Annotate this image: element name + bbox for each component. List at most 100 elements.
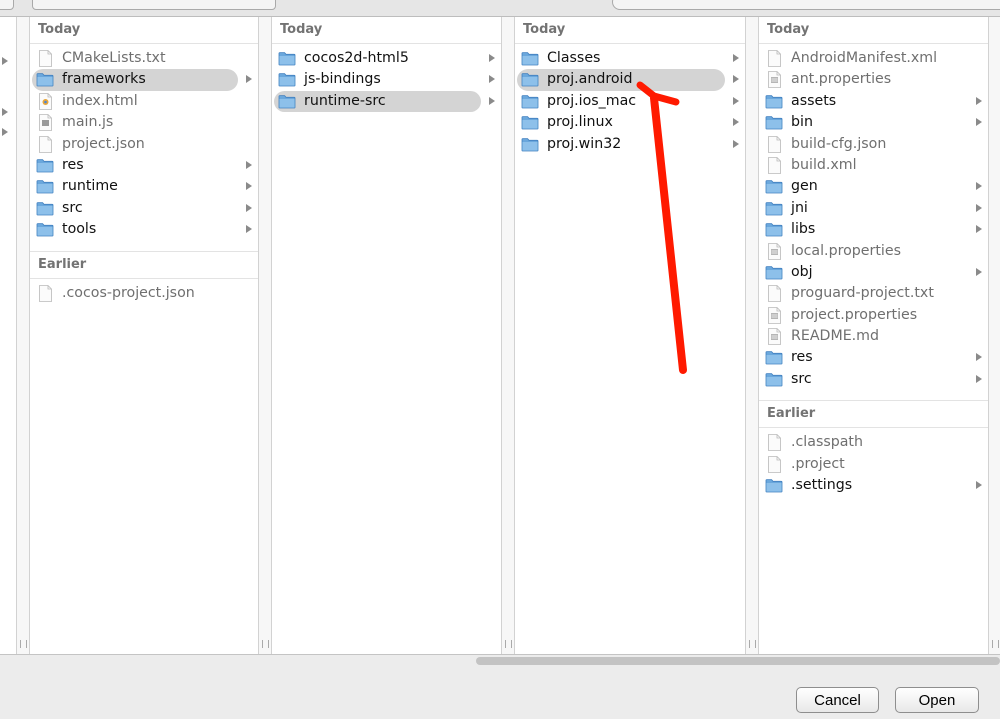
file-row[interactable]: .cocos-project.json: [30, 283, 258, 304]
folder-row[interactable]: res: [30, 155, 258, 176]
folder-row[interactable]: frameworks: [30, 69, 258, 92]
open-button[interactable]: Open: [895, 687, 979, 713]
cancel-button[interactable]: Cancel: [796, 687, 879, 713]
group-header: Today: [272, 17, 501, 44]
item-name: frameworks: [62, 71, 146, 88]
disclosure-arrow-icon: [489, 54, 495, 62]
group-header: Today: [759, 17, 988, 44]
file-row[interactable]: CMakeLists.txt: [30, 48, 258, 69]
group-header: Today: [30, 17, 258, 44]
column-1: Today CMakeLists.txt frameworks index.html m…: [30, 17, 258, 654]
folder-row[interactable]: src: [759, 369, 988, 390]
item-name: index.html: [62, 92, 138, 109]
disclosure-arrow-icon: [976, 203, 982, 212]
item-name: README.md: [791, 328, 879, 345]
item-name: main.js: [62, 114, 114, 131]
column-browser: Today CMakeLists.txt frameworks index.html m…: [0, 16, 1000, 655]
folder-row[interactable]: src: [30, 198, 258, 219]
disclosure-arrow-icon: [976, 481, 982, 490]
disclosure-arrow-icon: [246, 225, 252, 234]
text-file-icon: [38, 284, 56, 302]
folder-row[interactable]: js-bindings: [272, 69, 501, 90]
folder-row[interactable]: bin: [759, 112, 988, 133]
item-name: jni: [791, 199, 808, 216]
folder-row[interactable]: Classes: [515, 48, 745, 69]
folder-row[interactable]: .settings: [759, 475, 988, 496]
item-name: gen: [791, 178, 818, 195]
file-row[interactable]: build-cfg.json: [759, 134, 988, 155]
folder-icon: [521, 137, 539, 152]
file-row[interactable]: proguard-project.txt: [759, 283, 988, 304]
folder-icon: [36, 201, 54, 216]
column-divider[interactable]: [501, 17, 515, 654]
folder-row[interactable]: proj.win32: [515, 134, 745, 155]
folder-row[interactable]: tools: [30, 219, 258, 240]
folder-icon: [521, 94, 539, 109]
column-divider[interactable]: [16, 17, 30, 654]
disclosure-arrow-icon: [246, 203, 252, 212]
column-divider[interactable]: [988, 17, 1000, 654]
item-name: libs: [791, 221, 816, 238]
search-field[interactable]: [612, 0, 1000, 10]
item-name: build-cfg.json: [791, 135, 887, 152]
folder-row[interactable]: assets: [759, 91, 988, 112]
file-row[interactable]: .project: [759, 454, 988, 475]
folder-row[interactable]: gen: [759, 176, 988, 197]
file-row[interactable]: index.html: [30, 91, 258, 112]
file-row[interactable]: project.json: [30, 134, 258, 155]
properties-file-icon: [767, 328, 785, 345]
folder-row[interactable]: proj.ios_mac: [515, 91, 745, 112]
item-name: ant.properties: [791, 71, 892, 88]
folder-row[interactable]: cocos2d-html5: [272, 48, 501, 69]
folder-row[interactable]: proj.android: [515, 69, 745, 92]
folder-row[interactable]: jni: [759, 198, 988, 219]
item-name: .cocos-project.json: [62, 284, 195, 301]
group-header: Earlier: [30, 250, 258, 279]
item-name: proj.android: [547, 71, 633, 88]
disclosure-arrow-icon: [976, 267, 982, 276]
folder-row[interactable]: runtime-src: [272, 90, 501, 113]
properties-file-icon: [767, 306, 785, 324]
folder-row[interactable]: runtime: [30, 176, 258, 197]
disclosure-arrow-icon: [976, 96, 982, 105]
disclosure-arrow-icon: [976, 118, 982, 127]
file-row[interactable]: main.js: [30, 112, 258, 133]
item-name: runtime: [62, 178, 118, 195]
item-name: CMakeLists.txt: [62, 50, 166, 66]
folder-icon: [521, 115, 539, 130]
path-popup[interactable]: [32, 0, 276, 10]
item-name: runtime-src: [304, 92, 386, 109]
file-row[interactable]: build.xml: [759, 155, 988, 176]
folder-icon: [36, 72, 54, 87]
horizontal-scrollbar[interactable]: [476, 657, 1000, 665]
file-row[interactable]: .classpath: [759, 432, 988, 453]
file-row[interactable]: project.properties: [759, 305, 988, 326]
folder-row[interactable]: obj: [759, 262, 988, 283]
disclosure-arrow-icon: [976, 374, 982, 383]
item-name: .classpath: [791, 434, 863, 451]
folder-icon: [765, 350, 783, 365]
item-name: cocos2d-html5: [304, 50, 409, 66]
properties-file-icon: [767, 242, 785, 260]
column-divider[interactable]: [745, 17, 759, 654]
html-file-icon: [38, 92, 56, 110]
column-divider[interactable]: [258, 17, 272, 654]
back-forward-control[interactable]: [0, 0, 14, 10]
disclosure-arrow-icon: [246, 182, 252, 191]
file-row[interactable]: ant.properties: [759, 69, 988, 90]
top-toolbar: [0, 0, 1000, 16]
folder-row[interactable]: res: [759, 347, 988, 368]
item-name: .project: [791, 455, 845, 472]
text-file-icon: [38, 50, 56, 67]
disclosure-arrow-icon: [976, 353, 982, 362]
item-name: src: [62, 199, 83, 216]
file-row[interactable]: AndroidManifest.xml: [759, 48, 988, 69]
text-file-icon: [767, 50, 785, 67]
folder-icon: [36, 222, 54, 237]
folder-row[interactable]: libs: [759, 219, 988, 240]
folder-row[interactable]: proj.linux: [515, 112, 745, 133]
folder-icon: [765, 265, 783, 280]
file-row[interactable]: local.properties: [759, 241, 988, 262]
file-row[interactable]: README.md: [759, 326, 988, 347]
js-file-icon: [38, 114, 56, 132]
